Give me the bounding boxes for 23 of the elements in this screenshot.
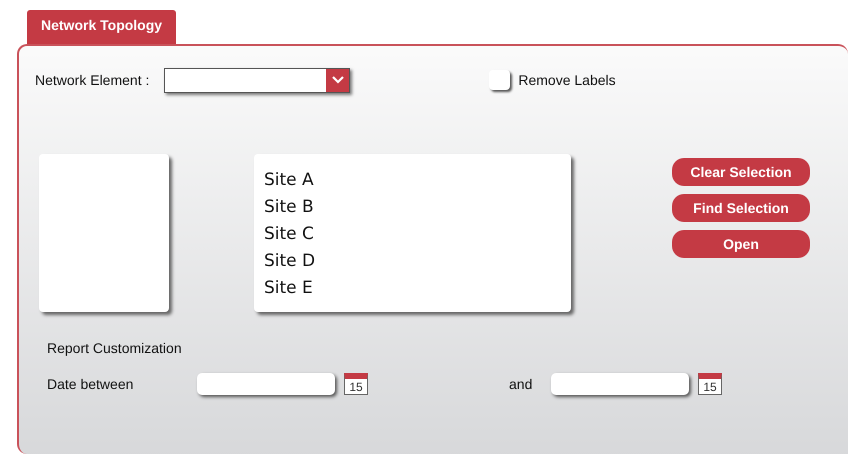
action-button[interactable]: Clear Selection [672,158,810,186]
date-label: Date between [47,376,134,392]
list-item[interactable]: Site C [264,221,571,248]
date-field[interactable] [197,373,335,395]
date-label: and [509,376,534,392]
list-box[interactable] [39,154,169,312]
date-field[interactable] [551,373,689,395]
section-title: Report Customization [47,340,183,356]
field-label: Network Element : [35,72,150,88]
list-item[interactable]: Site A [264,167,571,194]
tab[interactable]: Network Topology [27,10,176,44]
list-item[interactable]: Site E [264,275,571,302]
calendar-icon[interactable]: 15 [344,373,368,395]
action-button[interactable]: Open [672,230,810,258]
list-item[interactable]: Site D [264,248,571,275]
site-list[interactable]: Site A Site B Site C Site D Site E [254,154,571,312]
caret-icon [326,68,350,92]
action-button[interactable]: Find Selection [672,194,810,222]
dropdown-field[interactable] [164,68,350,92]
calendar-icon[interactable]: 15 [698,373,722,395]
checkbox[interactable] [489,70,510,90]
list-item[interactable]: Site B [264,194,571,221]
checkbox-label: Remove Labels [518,72,616,88]
